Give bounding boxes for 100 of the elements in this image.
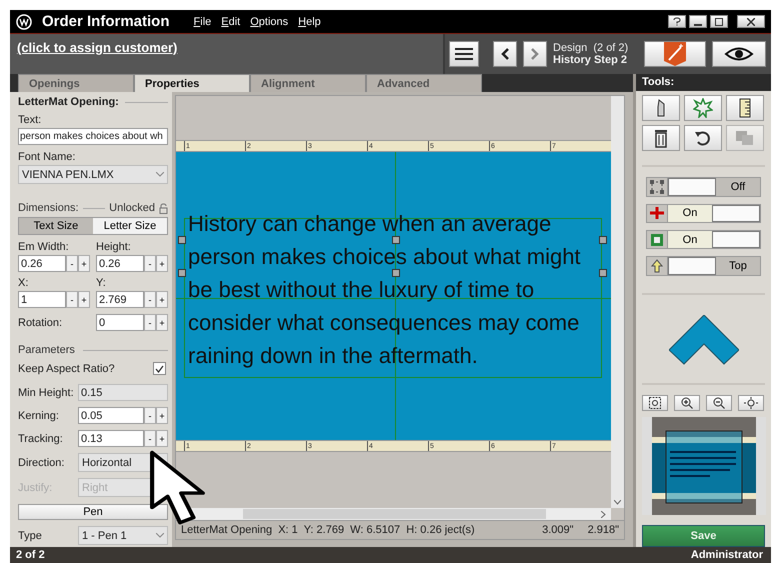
magic-wand-icon <box>662 42 688 66</box>
menu-item[interactable]: Edit <box>221 16 240 28</box>
field-label: Kerning: <box>18 410 60 422</box>
resize-handle[interactable] <box>599 236 607 244</box>
minimize-icon <box>694 24 702 26</box>
number-field[interactable]: 0.26 <box>18 255 66 272</box>
readonly-field: 0.15 <box>78 384 168 401</box>
checkmark-icon <box>155 364 164 372</box>
save-button[interactable]: Save <box>642 524 765 547</box>
font-dropdown[interactable]: VIENNA PEN.LMX <box>18 165 168 184</box>
number-field[interactable]: 0.26 <box>96 255 144 272</box>
tab[interactable]: Openings <box>18 74 134 92</box>
blade-icon <box>656 99 666 118</box>
up-chevron-icon <box>668 314 738 365</box>
maximize-button[interactable] <box>710 15 728 28</box>
number-field[interactable]: 1 <box>18 291 66 308</box>
number-field[interactable]: 0.05 <box>78 407 144 424</box>
next-button[interactable] <box>523 41 547 67</box>
zoom-selection-icon <box>649 396 661 409</box>
number-field[interactable]: 0.13 <box>78 430 144 447</box>
design-name: History Step 2 <box>553 54 628 66</box>
toggle-switch[interactable]: Top <box>667 257 760 275</box>
tab[interactable]: Properties <box>134 74 250 92</box>
resize-handle[interactable] <box>599 269 607 277</box>
horizontal-scrollbar[interactable] <box>176 508 611 520</box>
field-label: Rotation: <box>18 316 64 328</box>
menu-button[interactable] <box>449 41 479 67</box>
text-field[interactable]: person makes choices about wh <box>18 128 168 145</box>
decrement-button[interactable]: - <box>144 255 156 272</box>
scroll-down-icon[interactable] <box>614 500 621 505</box>
field-label: Y: <box>96 277 107 289</box>
decrement-button[interactable]: - <box>144 430 156 447</box>
tool-button[interactable] <box>726 95 764 122</box>
frame-corners-icon <box>650 180 664 194</box>
number-field[interactable]: 0 <box>96 314 144 331</box>
resize-handle[interactable] <box>392 236 400 244</box>
increment-button[interactable]: + <box>156 291 168 308</box>
scrollbar-thumb[interactable] <box>243 509 546 519</box>
decrement-button[interactable]: - <box>66 255 78 272</box>
zoom-selection-button[interactable] <box>642 394 668 411</box>
zoom-fit-icon <box>744 396 758 409</box>
increment-button[interactable]: + <box>78 291 90 308</box>
decrement-button[interactable]: - <box>144 291 156 308</box>
section-label: Parameters <box>18 344 75 356</box>
increment-button[interactable]: + <box>156 407 168 424</box>
increment-button[interactable]: + <box>78 255 90 272</box>
toggle-switch[interactable]: Off <box>667 178 760 196</box>
minimap-drawing[interactable] <box>642 416 766 515</box>
field-label: X: <box>18 277 30 289</box>
tool-button[interactable] <box>684 125 722 152</box>
menu-item[interactable]: File <box>194 16 212 28</box>
increment-button[interactable]: + <box>156 314 168 331</box>
increment-button[interactable]: + <box>156 255 168 272</box>
previous-button[interactable] <box>493 41 517 67</box>
minimize-button[interactable] <box>689 15 707 28</box>
user-name: Administrator <box>690 549 763 561</box>
scroll-right-icon[interactable] <box>601 510 606 518</box>
design-wand-button[interactable] <box>644 41 706 67</box>
menu-item[interactable]: Options <box>250 16 288 28</box>
toggle-switch[interactable]: On <box>667 204 760 222</box>
logo-icon <box>16 14 32 30</box>
resize-handle[interactable] <box>392 269 400 277</box>
tool-button[interactable] <box>642 125 680 152</box>
zoom-out-button[interactable] <box>706 394 732 411</box>
increment-button[interactable]: + <box>156 430 168 447</box>
zoom-in-button[interactable] <box>674 394 700 411</box>
toggle-switch[interactable]: On <box>667 231 760 248</box>
square-frame-icon <box>650 232 664 247</box>
zoom-fit-button[interactable] <box>738 394 764 411</box>
menu-item[interactable]: Help <box>298 16 321 28</box>
section-label: Dimensions: <box>18 202 79 214</box>
resize-handle[interactable] <box>178 269 186 277</box>
help-button[interactable] <box>668 15 686 28</box>
lock-status: Unlocked <box>109 202 155 214</box>
tab[interactable]: Alignment <box>250 74 366 92</box>
pen-button[interactable]: Pen <box>18 504 168 520</box>
window-title: Order Information <box>42 13 170 30</box>
size-mode-toggle[interactable]: Letter Size <box>93 218 167 234</box>
type-dropdown[interactable]: 1 - Pen 1 <box>78 526 168 545</box>
resize-handle[interactable] <box>178 236 186 244</box>
section-title: LetterMat Opening: <box>18 96 119 108</box>
tab[interactable]: Advanced <box>366 74 482 92</box>
checkbox[interactable] <box>153 362 166 375</box>
decrement-button[interactable]: - <box>144 407 156 424</box>
decrement-button[interactable]: - <box>144 314 156 331</box>
cursor-y: 2.918" <box>588 524 619 536</box>
close-button[interactable] <box>737 15 765 28</box>
field-label: Font Name: <box>18 151 76 163</box>
panel-title: Tools: <box>636 74 771 92</box>
preview-button[interactable] <box>712 41 766 67</box>
decrement-button[interactable]: - <box>66 291 78 308</box>
field-label: Height: <box>96 241 132 253</box>
menu-icon <box>455 47 473 61</box>
size-mode-toggle[interactable]: Text Size <box>19 218 93 234</box>
field-label: Type <box>18 530 43 542</box>
tool-button[interactable] <box>642 95 680 122</box>
crosshair-icon <box>649 206 665 220</box>
assign-customer-link[interactable]: (click to assign customer) <box>10 34 184 74</box>
number-field[interactable]: 2.769 <box>96 291 144 308</box>
vertical-scrollbar[interactable] <box>611 96 624 508</box>
